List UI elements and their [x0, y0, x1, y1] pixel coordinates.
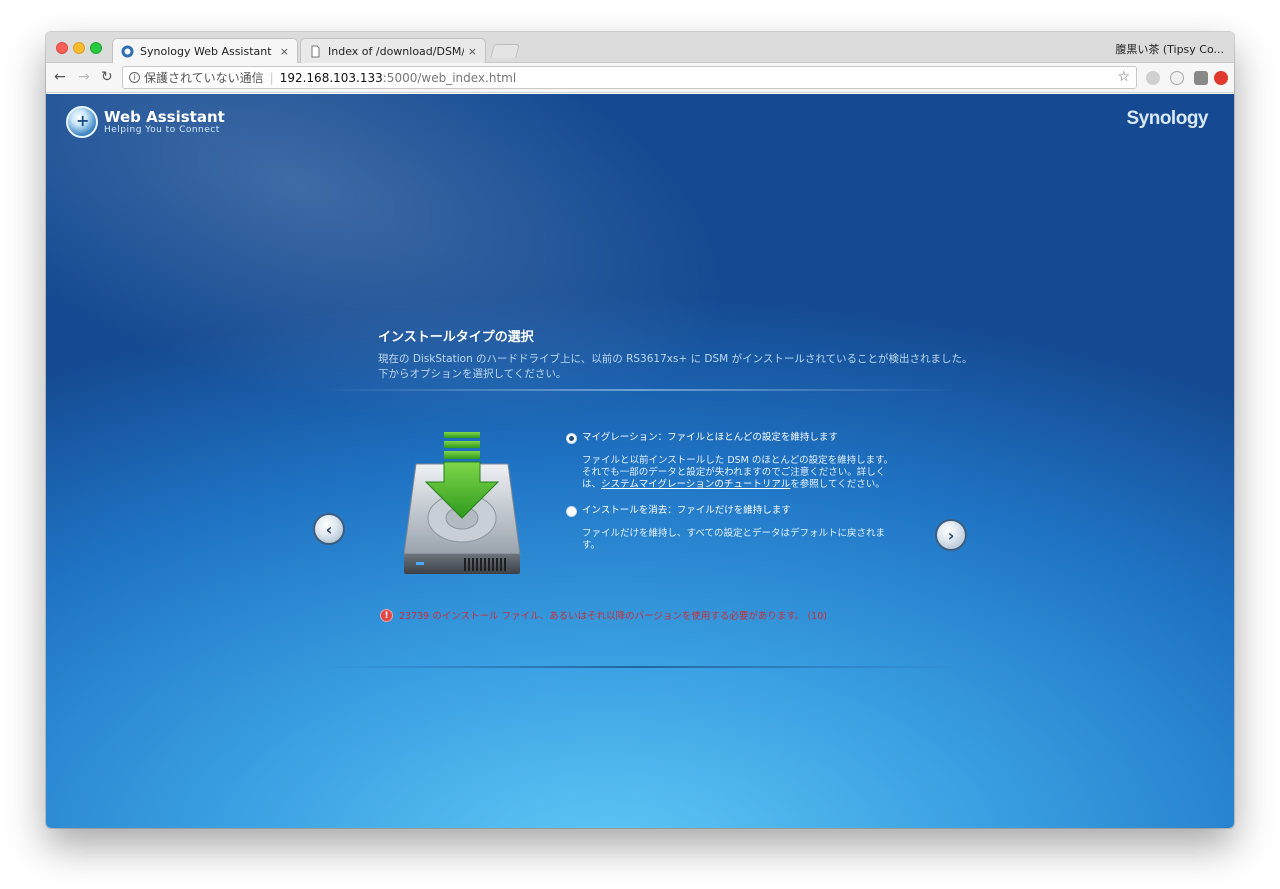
divider [318, 666, 958, 668]
tab-strip: Synology Web Assistant × Index of /downl… [46, 32, 1234, 63]
previous-button[interactable]: ‹ [313, 513, 345, 545]
profile-name[interactable]: 腹黒い茶 (Tipsy Co... [1115, 41, 1224, 57]
tab-close-icon[interactable]: × [280, 45, 289, 58]
divider [318, 389, 958, 391]
synology-logo: Synology [1126, 108, 1208, 129]
address-bar[interactable]: i 保護されていない通信 | 192.168.103.133 :5000/web… [122, 66, 1137, 89]
tab-synology-web-assistant[interactable]: Synology Web Assistant × [112, 38, 298, 63]
hard-drive-install-icon [403, 432, 521, 574]
clean-install-radio[interactable] [566, 505, 577, 517]
install-options: マイグレーション：ファイルとほとんどの設定を維持します ファイルと以前インストー… [566, 432, 896, 552]
option-description: ファイルと以前インストールした DSM のほとんどの設定を維持します。それでも一… [566, 455, 896, 491]
extension-drive-icon[interactable] [1146, 71, 1160, 85]
url-path: :5000/web_index.html [382, 70, 517, 85]
tab-label: Synology Web Assistant [140, 44, 272, 58]
bookmark-star-icon[interactable]: ☆ [1117, 69, 1130, 85]
document-icon [311, 45, 320, 57]
web-assistant-page: Web Assistant Helping You to Connect Syn… [46, 94, 1234, 828]
extension-info-icon[interactable] [1170, 71, 1184, 85]
minimize-window-button[interactable] [73, 42, 85, 54]
brand-header: Web Assistant Helping You to Connect [66, 106, 225, 138]
tab-close-icon[interactable]: × [468, 45, 477, 58]
close-window-button[interactable] [56, 42, 68, 54]
brand-subtitle: Helping You to Connect [104, 125, 220, 135]
tab-index-of-download[interactable]: Index of /download/DSM/releas × [300, 38, 486, 63]
migration-radio[interactable] [566, 432, 577, 444]
migration-tutorial-link[interactable]: システムマイグレーションのチュートリアル [601, 479, 790, 490]
divider: | [269, 70, 274, 85]
option-desc-text: を参照してください。 [790, 479, 885, 490]
brand-title: Web Assistant [104, 108, 225, 126]
security-status: 保護されていない通信 [144, 71, 264, 85]
extension-stop-icon[interactable] [1214, 71, 1228, 85]
option-label: マイグレーション：ファイルとほとんどの設定を維持します [582, 432, 838, 443]
extension-square-icon[interactable] [1194, 71, 1208, 85]
new-tab-button[interactable] [490, 44, 520, 58]
info-icon[interactable]: i [129, 72, 140, 83]
warning-text: 23739 のインストール ファイル、あるいはそれ以降のバージョンを使用する必要… [399, 611, 827, 622]
back-button[interactable]: ← [54, 69, 66, 85]
page-title: インストールタイプの選択 [378, 330, 534, 345]
forward-button[interactable]: → [78, 69, 90, 85]
url-host: 192.168.103.133 [279, 70, 383, 85]
web-assistant-logo-icon [66, 106, 98, 138]
option-label: インストールを消去：ファイルだけを維持します [582, 505, 791, 516]
browser-toolbar: ← → ↻ i 保護されていない通信 | 192.168.103.133 :50… [46, 63, 1234, 93]
option-migration[interactable]: マイグレーション：ファイルとほとんどの設定を維持します [566, 432, 896, 444]
page-description: 現在の DiskStation のハードドライブ上に、以前の RS3617xs+… [378, 353, 973, 380]
option-clean-install[interactable]: インストールを消去：ファイルだけを維持します [566, 505, 896, 517]
tab-label: Index of /download/DSM/releas [328, 44, 464, 58]
browser-window: Synology Web Assistant × Index of /downl… [46, 32, 1234, 828]
option-description: ファイルだけを維持し、すべての設定とデータはデフォルトに戻されます。 [582, 528, 885, 551]
reload-button[interactable]: ↻ [101, 69, 113, 85]
warning-icon: ! [380, 608, 393, 622]
version-warning: ! 23739 のインストール ファイル、あるいはそれ以降のバージョンを使用する… [380, 608, 827, 622]
synology-favicon-icon [121, 45, 134, 57]
next-button[interactable]: › [935, 519, 967, 551]
zoom-window-button[interactable] [90, 42, 102, 54]
